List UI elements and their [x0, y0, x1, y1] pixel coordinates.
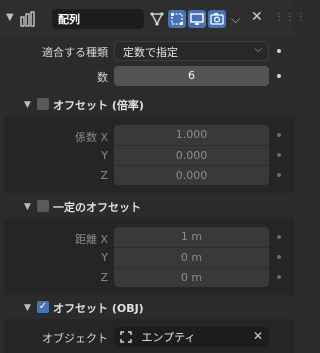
constant-offset-checkbox[interactable] [37, 200, 49, 212]
constant-offset-title: 一定のオフセット [53, 201, 141, 214]
keyframe-dot-icon[interactable] [277, 275, 281, 279]
subpanel-chevron-icon[interactable]: ▼ [24, 100, 31, 110]
array-modifier-icon [20, 11, 36, 30]
factor-y-label: Y [101, 149, 108, 162]
object-offset-checkbox[interactable]: ✓ [37, 301, 49, 313]
distance-z-label: Z [100, 271, 108, 284]
checkmark-icon: ✓ [38, 301, 48, 312]
on-cage-icon[interactable] [148, 10, 166, 28]
factor-z-field[interactable]: 0.000 [114, 165, 269, 185]
object-value: エンプティ [141, 331, 196, 344]
keyframe-dot-icon[interactable] [277, 74, 281, 78]
keyframe-dot-icon[interactable] [277, 173, 281, 177]
dropdown-arrow-icon: ⌵ [254, 44, 262, 55]
subpanel-chevron-icon[interactable]: ▼ [24, 202, 31, 212]
fit-type-label: 適合する種類 [42, 46, 108, 59]
subpanel-chevron-icon[interactable]: ▼ [24, 303, 31, 313]
distance-x-field[interactable]: 1 m [114, 227, 269, 247]
distance-y-field[interactable]: 0 m [114, 247, 269, 267]
factor-x-label: 係数 X [74, 131, 108, 144]
modifier-name-field[interactable]: 配列 [52, 9, 144, 29]
empty-object-icon [120, 330, 132, 346]
distance-z-field[interactable]: 0 m [114, 267, 269, 287]
realtime-icon[interactable] [188, 10, 206, 28]
object-field[interactable]: エンプティ ✕ [114, 327, 269, 347]
count-label: 数 [97, 71, 108, 84]
fit-type-value: 定数で指定 [123, 46, 178, 59]
edit-mode-icon[interactable] [168, 10, 186, 28]
factor-z-label: Z [100, 169, 108, 182]
collapse-chevron-icon[interactable]: ▼ [6, 12, 14, 23]
dropdown-chevron-icon[interactable]: ⌵ [231, 12, 240, 27]
render-icon[interactable] [208, 10, 226, 28]
distance-y-label: Y [101, 251, 108, 264]
object-offset-title: オフセット (OBJ) [53, 302, 144, 315]
modifier-header: ▼ 配列 ⌵ ✕ ⋮⋮⋮ [0, 0, 306, 37]
distance-x-label: 距離 X [74, 233, 108, 246]
relative-offset-checkbox[interactable] [37, 98, 49, 110]
count-field[interactable]: 6 [114, 66, 269, 86]
clear-icon[interactable]: ✕ [253, 329, 263, 343]
factor-x-field[interactable]: 1.000 [114, 125, 269, 145]
factor-y-field[interactable]: 0.000 [114, 145, 269, 165]
keyframe-dot-icon[interactable] [277, 133, 281, 137]
keyframe-dot-icon[interactable] [277, 49, 281, 53]
object-label: オブジェクト [42, 332, 108, 345]
fit-type-dropdown[interactable]: 定数で指定 ⌵ [114, 41, 269, 61]
relative-offset-title: オフセット (倍率) [53, 99, 144, 112]
close-icon[interactable]: ✕ [251, 9, 263, 25]
keyframe-dot-icon[interactable] [277, 153, 281, 157]
drag-grip-icon[interactable]: ⋮⋮⋮ [274, 12, 307, 23]
keyframe-dot-icon[interactable] [277, 235, 281, 239]
keyframe-dot-icon[interactable] [277, 255, 281, 259]
